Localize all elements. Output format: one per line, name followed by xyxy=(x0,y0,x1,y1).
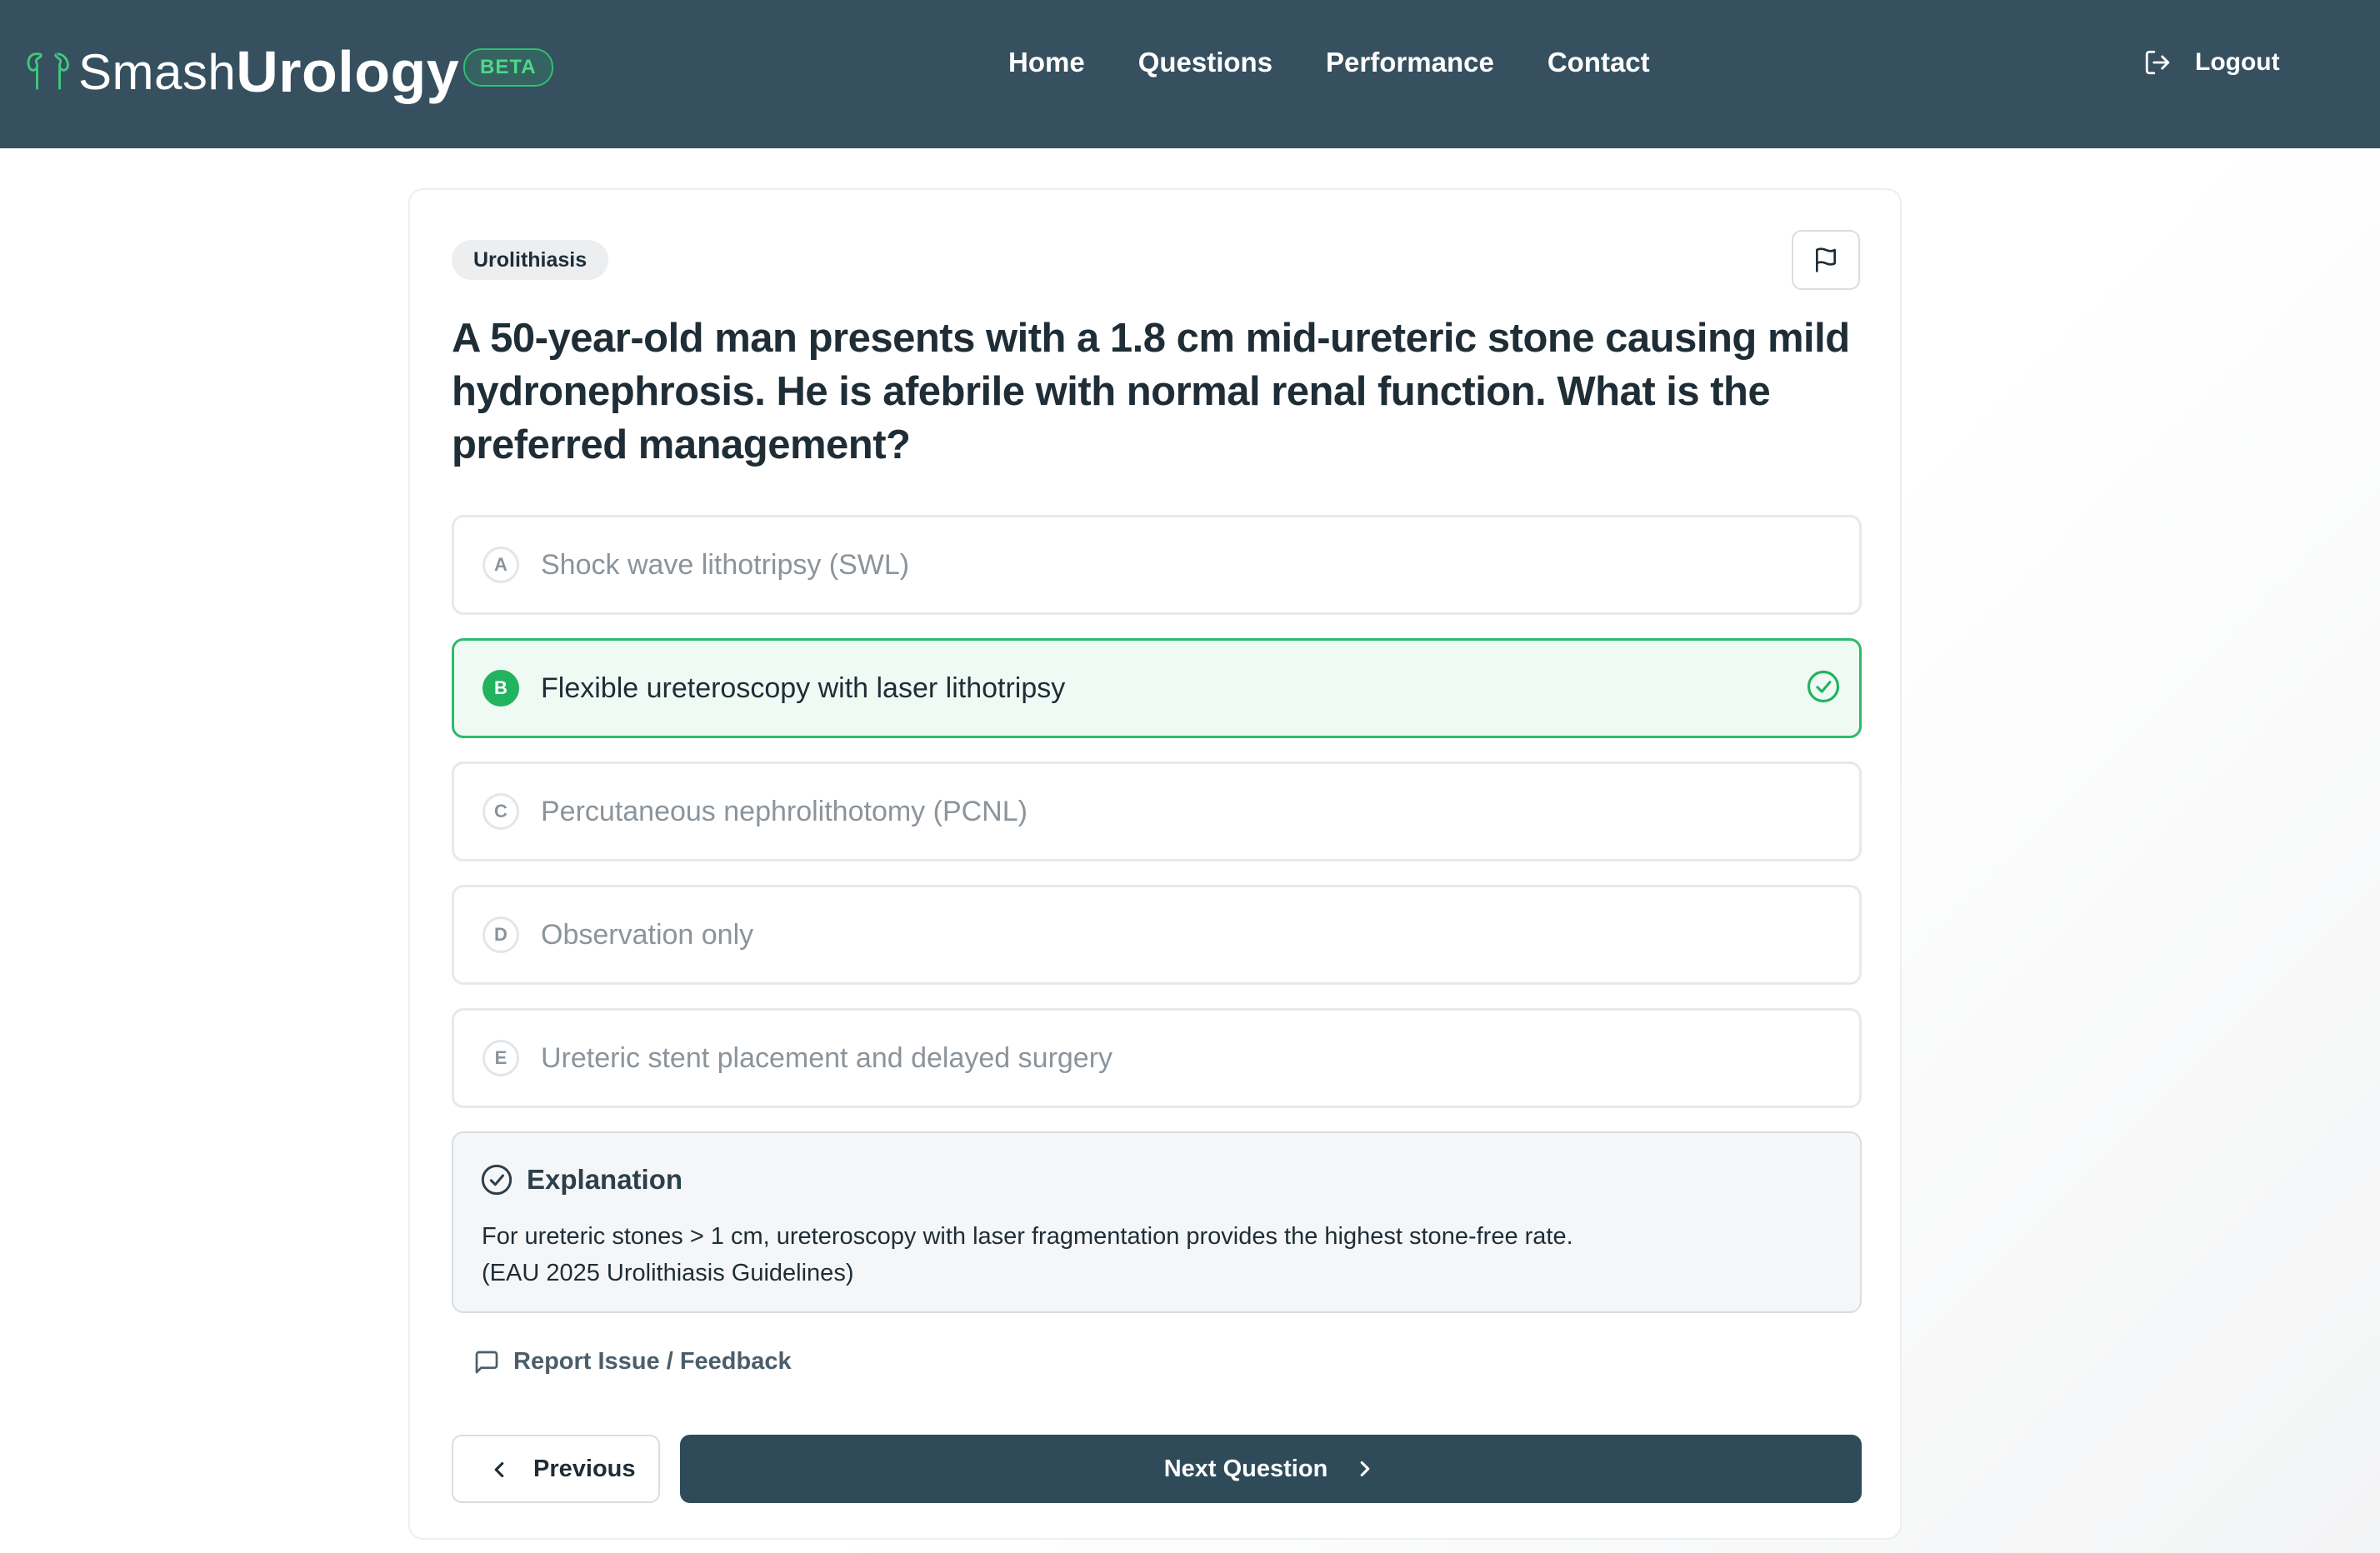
previous-label: Previous xyxy=(533,1455,636,1482)
logout-icon xyxy=(2145,50,2170,75)
explanation-text: For ureteric stones > 1 cm, ureteroscopy… xyxy=(482,1218,1573,1291)
chevron-left-icon xyxy=(494,1461,504,1478)
logout-label: Logout xyxy=(2195,48,2280,76)
explanation-line: For ureteric stones > 1 cm, ureteroscopy… xyxy=(482,1223,1573,1250)
nav-performance[interactable]: Performance xyxy=(1326,47,1494,78)
question-text: A 50-year-old man presents with a 1.8 cm… xyxy=(452,316,1850,467)
report-issue-label: Report Issue / Feedback xyxy=(513,1348,792,1375)
message-square-icon xyxy=(475,1351,498,1373)
nav-contact[interactable]: Contact xyxy=(1548,47,1650,78)
nav-questions[interactable]: Questions xyxy=(1138,47,1272,78)
flag-question-button[interactable] xyxy=(1792,230,1860,290)
previous-button[interactable]: Previous xyxy=(452,1435,660,1503)
chevron-right-icon xyxy=(1360,1461,1370,1477)
option-text: Flexible ureteroscopy with laser lithotr… xyxy=(541,672,1066,704)
nav-home[interactable]: Home xyxy=(1008,47,1085,78)
option-text: Percutaneous nephrolithotomy (PCNL) xyxy=(541,795,1028,827)
option-text: Observation only xyxy=(541,918,754,951)
logout-button[interactable]: Logout xyxy=(2143,48,2280,77)
check-circle-icon xyxy=(481,1164,512,1196)
explanation-header: Explanation xyxy=(480,1163,682,1196)
explanation-reference: (EAU 2025 Urolithiasis Guidelines) xyxy=(482,1260,854,1286)
top-navbar: Smash Urology BETA Home Questions Perform… xyxy=(0,0,2380,148)
brand-name-light: Smash xyxy=(78,43,237,100)
option-text: Shock wave lithotripsy (SWL) xyxy=(541,548,910,581)
check-circle-icon xyxy=(1807,670,1840,703)
option-letter: B xyxy=(482,670,519,707)
brand-logo[interactable]: Smash Urology xyxy=(25,30,459,113)
flag-icon xyxy=(1816,247,1836,272)
topic-badge: Urolithiasis xyxy=(452,240,609,280)
next-question-label: Next Question xyxy=(1163,1455,1328,1482)
option-letter: A xyxy=(482,547,519,583)
next-question-button[interactable]: Next Question xyxy=(680,1435,1862,1503)
option-e[interactable]: E Ureteric stent placement and delayed s… xyxy=(452,1008,1862,1108)
report-issue-link[interactable]: Report Issue / Feedback xyxy=(473,1348,792,1376)
explanation-title: Explanation xyxy=(527,1164,683,1195)
option-d[interactable]: D Observation only xyxy=(452,885,1862,985)
kidneys-icon xyxy=(27,52,69,90)
option-b-correct[interactable]: B Flexible ureteroscopy with laser litho… xyxy=(452,638,1862,738)
option-letter: E xyxy=(482,1040,519,1076)
brand-name-bold: Urology xyxy=(236,39,460,104)
question-card: Urolithiasis A 50-year-old man presents … xyxy=(408,188,1902,1540)
option-text: Ureteric stent placement and delayed sur… xyxy=(541,1041,1113,1074)
option-letter: C xyxy=(482,793,519,830)
explanation-panel: Explanation For ureteric stones > 1 cm, … xyxy=(452,1131,1862,1313)
option-c[interactable]: C Percutaneous nephrolithotomy (PCNL) xyxy=(452,762,1862,861)
option-letter: D xyxy=(482,916,519,953)
option-a[interactable]: A Shock wave lithotripsy (SWL) xyxy=(452,515,1862,615)
main-nav: Home Questions Performance Contact xyxy=(1008,47,1650,78)
beta-badge: BETA xyxy=(463,48,553,87)
